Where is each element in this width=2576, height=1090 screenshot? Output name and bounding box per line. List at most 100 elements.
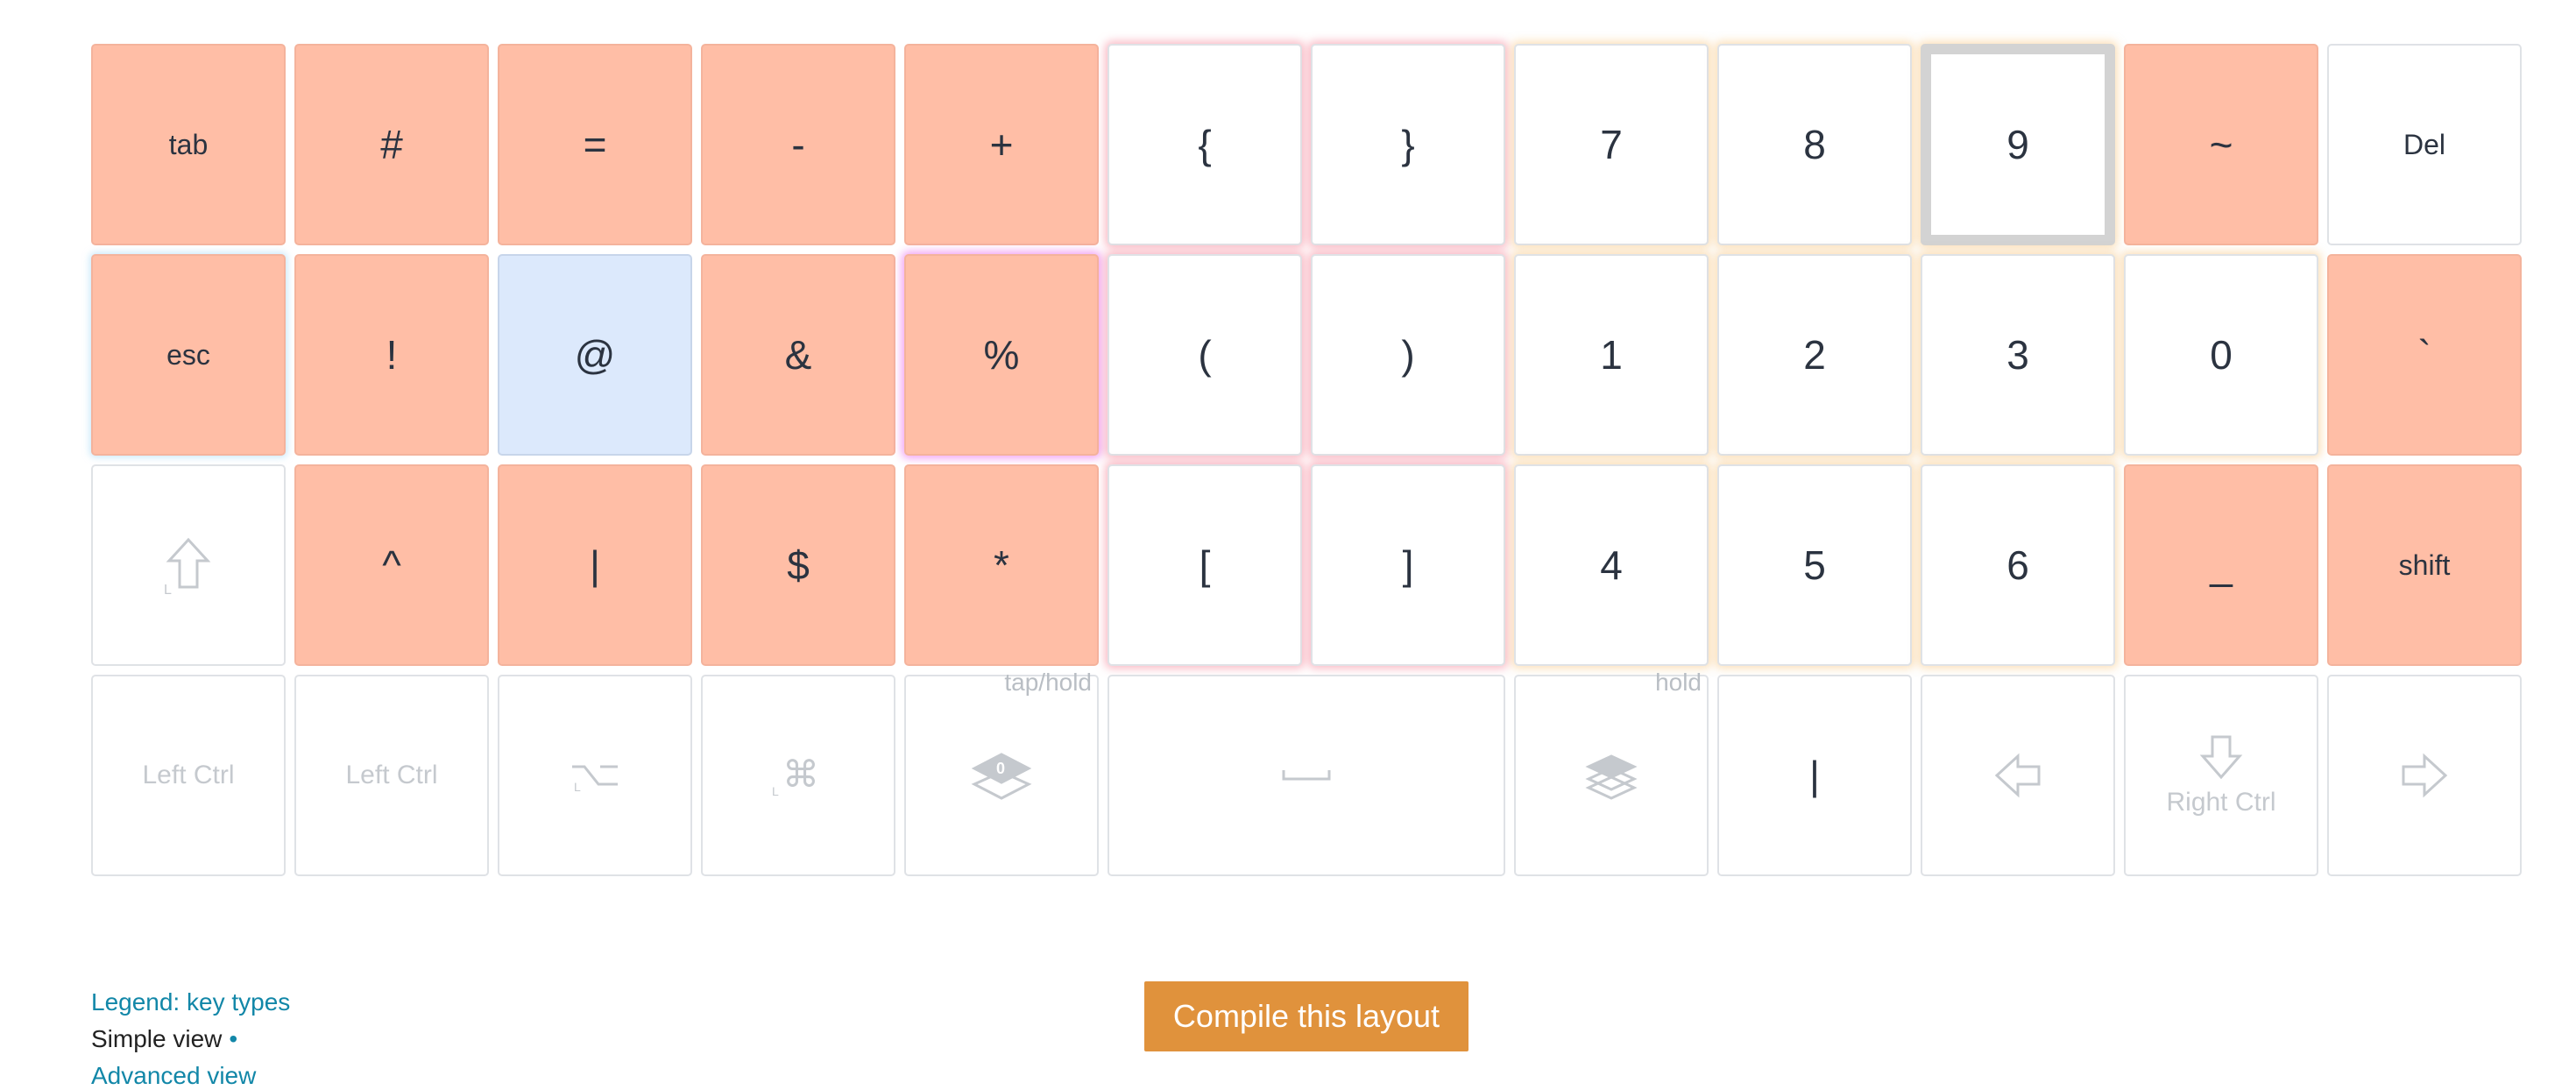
key-label: } <box>1401 122 1415 167</box>
key-2[interactable]: 2 <box>1717 254 1912 456</box>
keyboard-layout: tab # = - + { } 7 8 9 ~ Del esc ! @ & % … <box>0 0 2576 1086</box>
active-dot: • <box>229 1025 238 1052</box>
key-tab[interactable]: tab <box>91 44 286 245</box>
svg-text:⌘: ⌘ <box>782 754 819 796</box>
key-label: Left Ctrl <box>345 761 438 789</box>
advanced-view-link[interactable]: Advanced view <box>91 1062 256 1090</box>
key-at[interactable]: @ <box>498 254 692 456</box>
key-left-alt[interactable]: L <box>498 675 692 876</box>
key-label: & <box>784 332 812 378</box>
key-arrow-down[interactable]: Right Ctrl <box>2124 675 2318 876</box>
key-label: 3 <box>2006 332 2029 378</box>
key-6[interactable]: 6 <box>1921 464 2115 666</box>
key-right-paren[interactable]: ) <box>1311 254 1505 456</box>
key-arrow-left[interactable] <box>1921 675 2115 876</box>
key-dollar[interactable]: $ <box>701 464 895 666</box>
arrow-down-icon <box>2199 733 2243 782</box>
key-label: 7 <box>1600 122 1623 167</box>
key-4[interactable]: 4 <box>1514 464 1709 666</box>
key-asterisk[interactable]: * <box>904 464 1099 666</box>
key-label: 8 <box>1803 122 1826 167</box>
key-label: shift <box>2398 549 2451 581</box>
key-8[interactable]: 8 <box>1717 44 1912 245</box>
key-label: 1 <box>1600 332 1623 378</box>
arrow-left-icon <box>1992 751 2044 800</box>
legend-link[interactable]: Legend: key types <box>91 988 290 1016</box>
key-equals[interactable]: = <box>498 44 692 245</box>
key-caret[interactable]: ^ <box>294 464 489 666</box>
key-underscore[interactable]: _ <box>2124 464 2318 666</box>
key-pipe-thumb[interactable]: | <box>1717 675 1912 876</box>
key-percent[interactable]: % <box>904 254 1099 456</box>
key-label: { <box>1198 122 1212 167</box>
key-right-bracket[interactable]: ] <box>1311 464 1505 666</box>
key-label: ) <box>1401 332 1415 378</box>
key-5[interactable]: 5 <box>1717 464 1912 666</box>
key-left-paren[interactable]: ( <box>1108 254 1302 456</box>
command-icon: ⌘ L <box>772 754 824 797</box>
key-label: - <box>791 122 805 167</box>
key-label: esc <box>166 338 210 371</box>
compile-layout-button[interactable]: Compile this layout <box>1144 981 1468 1051</box>
key-label: 2 <box>1803 332 1826 378</box>
key-del[interactable]: Del <box>2327 44 2522 245</box>
key-1[interactable]: 1 <box>1514 254 1709 456</box>
key-9-selected[interactable]: 9 <box>1921 44 2115 245</box>
key-0[interactable]: 0 <box>2124 254 2318 456</box>
key-left-cmd[interactable]: ⌘ L <box>701 675 895 876</box>
key-label: ! <box>386 332 398 378</box>
key-3[interactable]: 3 <box>1921 254 2115 456</box>
key-7[interactable]: 7 <box>1514 44 1709 245</box>
key-label: Right Ctrl <box>2166 788 2276 817</box>
key-label: ^ <box>382 542 401 588</box>
svg-text:L: L <box>164 583 172 596</box>
key-label: ] <box>1402 542 1414 588</box>
key-left-bracket[interactable]: [ <box>1108 464 1302 666</box>
key-right-brace[interactable]: } <box>1311 44 1505 245</box>
key-tilde[interactable]: ~ <box>2124 44 2318 245</box>
key-left-shift[interactable]: L <box>91 464 286 666</box>
layers-icon <box>1585 751 1638 800</box>
arrow-right-icon <box>2398 751 2451 800</box>
simple-view-option[interactable]: Simple view • <box>91 1025 237 1053</box>
key-esc[interactable]: esc <box>91 254 286 456</box>
key-label: 5 <box>1803 542 1826 588</box>
key-ampersand[interactable]: & <box>701 254 895 456</box>
shift-arrow-icon: L <box>162 534 215 596</box>
key-label: 0 <box>2210 332 2233 378</box>
simple-view-label: Simple view <box>91 1025 223 1052</box>
key-plus[interactable]: + <box>904 44 1099 245</box>
key-label: % <box>983 332 1020 378</box>
key-exclamation[interactable]: ! <box>294 254 489 456</box>
spacebar-icon <box>1280 767 1333 784</box>
option-icon: L <box>569 758 621 793</box>
layer-number: 0 <box>996 760 1005 777</box>
key-left-ctrl-2[interactable]: Left Ctrl <box>294 675 489 876</box>
tap-hold-note: tap/hold <box>1004 669 1092 696</box>
key-label: # <box>380 122 403 167</box>
key-label: * <box>994 542 1009 588</box>
key-label: Del <box>2403 128 2445 160</box>
key-shift[interactable]: shift <box>2327 464 2522 666</box>
key-label: ~ <box>2209 122 2233 167</box>
layers-icon: 0 <box>971 749 1032 802</box>
key-backtick[interactable]: ` <box>2327 254 2522 456</box>
key-label: [ <box>1199 542 1211 588</box>
key-left-ctrl-1[interactable]: Left Ctrl <box>91 675 286 876</box>
key-label: | <box>590 542 600 588</box>
key-left-brace[interactable]: { <box>1108 44 1302 245</box>
svg-text:L: L <box>772 784 779 797</box>
key-space[interactable] <box>1108 675 1505 876</box>
key-label: @ <box>574 332 616 378</box>
key-label: | <box>1809 753 1820 798</box>
key-arrow-right[interactable] <box>2327 675 2522 876</box>
svg-text:L: L <box>574 780 581 793</box>
key-hash[interactable]: # <box>294 44 489 245</box>
hold-note: hold <box>1655 669 1702 696</box>
key-layer-hold[interactable]: hold <box>1514 669 1709 876</box>
key-layer-tap-hold[interactable]: tap/hold 0 <box>904 669 1099 876</box>
key-minus[interactable]: - <box>701 44 895 245</box>
key-pipe[interactable]: | <box>498 464 692 666</box>
key-label: tab <box>168 128 209 160</box>
key-label: ` <box>2417 332 2431 378</box>
